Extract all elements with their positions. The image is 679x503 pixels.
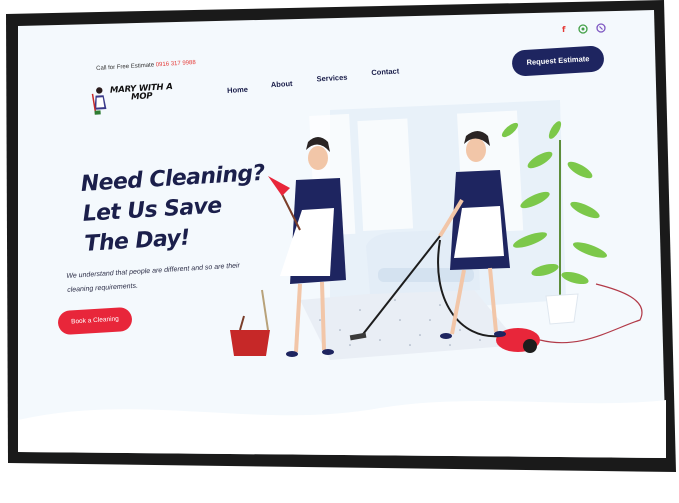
carpet-icon: [300, 285, 520, 360]
landing-page: Call for Free Estimate 0916 317 9988 MAR…: [0, 0, 679, 503]
plant-icon: [501, 121, 608, 325]
cleaning-illustration: [230, 121, 643, 360]
